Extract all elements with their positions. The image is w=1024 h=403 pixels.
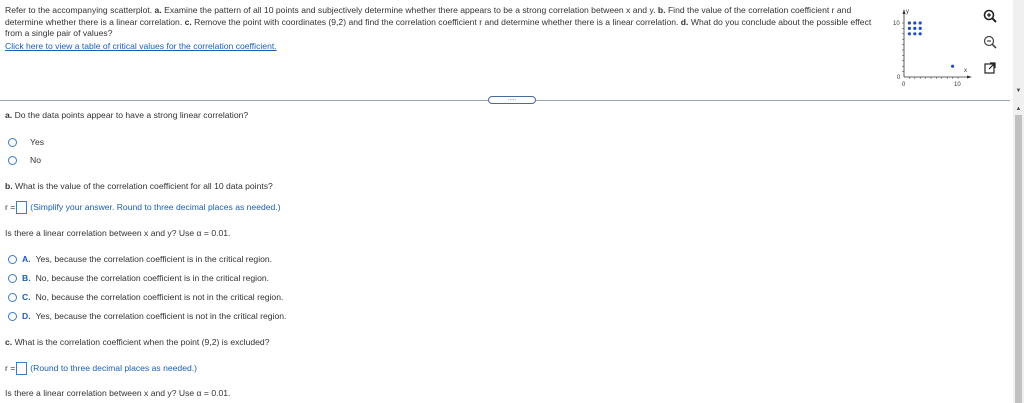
data-point-5 <box>913 26 917 30</box>
data-point-4 <box>907 26 911 30</box>
radio-choice-b[interactable] <box>8 274 17 283</box>
part-c-linear-question: Is there a linear correlation between x … <box>5 388 231 398</box>
r-input-all-points[interactable] <box>16 201 28 214</box>
choice-a-letter: A. <box>22 254 31 264</box>
part-b-text: What is the value of the correlation coe… <box>15 181 273 191</box>
choice-d: D. Yes, because the correlation coefficie… <box>22 311 286 321</box>
radio-no[interactable] <box>8 156 17 165</box>
popout-icon[interactable] <box>982 60 998 76</box>
axis-ticks <box>902 22 959 79</box>
radio-choice-c[interactable] <box>8 293 17 302</box>
part-b-question: b. What is the value of the correlation … <box>5 181 273 191</box>
radio-choice-a[interactable] <box>8 255 17 264</box>
part-b-label: b. <box>5 181 13 191</box>
radio-yes[interactable] <box>8 138 17 147</box>
part-b-answer-row: r = (Simplify your answer. Round to three… <box>5 201 281 214</box>
choice-c-text: No, because the correlation coefficient … <box>35 292 284 302</box>
critical-values-link[interactable]: Click here to view a table of critical v… <box>5 41 277 53</box>
data-point-9 <box>918 21 922 25</box>
part-c-answer-row: r = (Round to three decimal places as nee… <box>5 362 197 375</box>
prompt-d-label: d. <box>680 16 689 27</box>
prompt-c-label: c. <box>184 16 192 27</box>
data-point-10 <box>951 64 955 68</box>
choice-b: B. No, because the correlation coefficien… <box>22 273 269 283</box>
r-prefix: r = <box>5 201 16 212</box>
x-axis-label: x <box>964 68 967 74</box>
scatterplot[interactable]: y x 10 0 0 10 <box>892 5 972 93</box>
data-points <box>907 21 955 68</box>
divider-handle[interactable]: ..... <box>488 96 536 104</box>
data-point-6 <box>918 26 922 30</box>
scrollbar-thumb[interactable] <box>1015 115 1022 403</box>
choice-d-letter: D. <box>22 311 31 321</box>
x-tick-10: 10 <box>954 82 961 88</box>
radio-choice-d[interactable] <box>8 312 17 321</box>
part-c-text: What is the correlation coefficient when… <box>14 337 270 347</box>
option-yes-label: Yes <box>30 137 45 147</box>
part-b-hint: (Simplify your answer. Round to three de… <box>30 201 281 212</box>
zoom-out-icon[interactable] <box>982 34 998 50</box>
r-prefix-c: r = <box>5 362 16 373</box>
part-b-linear-question: Is there a linear correlation between x … <box>5 228 231 238</box>
choice-a: A. Yes, because the correlation coefficie… <box>22 254 272 264</box>
scroll-up-arrow[interactable]: ▲ <box>1013 104 1024 114</box>
problem-prompt: Refer to the accompanying scatterplot. a… <box>5 5 885 52</box>
data-point-8 <box>913 21 917 25</box>
x-axis-arrow <box>967 75 972 79</box>
scroll-up-arrow-top[interactable]: ▼ <box>1013 86 1024 96</box>
data-point-3 <box>918 32 922 36</box>
zoom-in-icon[interactable] <box>982 8 998 24</box>
option-no-label: No <box>30 155 41 165</box>
data-point-7 <box>907 21 911 25</box>
part-a-label: a. <box>5 110 13 120</box>
part-c-hint: (Round to three decimal places as needed… <box>30 362 198 373</box>
prompt-a-label: a. <box>154 5 162 15</box>
data-point-2 <box>913 32 917 36</box>
choice-c: C. No, because the correlation coefficien… <box>22 292 283 302</box>
part-a-question: a. Do the data points appear to have a s… <box>5 110 248 120</box>
y-axis-label: y <box>906 9 909 15</box>
choice-a-text: Yes, because the correlation coefficient… <box>35 254 273 264</box>
r-input-excluded-point[interactable] <box>16 362 28 375</box>
choice-b-letter: B. <box>22 273 31 283</box>
y-tick-10: 10 <box>893 21 900 27</box>
y-tick-0: 0 <box>897 75 901 81</box>
part-a-text: Do the data points appear to have a stro… <box>14 110 249 120</box>
prompt-lead: Refer to the accompanying scatterplot. <box>5 5 153 15</box>
prompt-a-text: Examine the pattern of all 10 points and… <box>164 5 656 15</box>
data-point-1 <box>907 32 911 36</box>
choice-b-text: No, because the correlation coefficient … <box>35 273 270 283</box>
part-c-label: c. <box>5 337 13 347</box>
choice-d-text: Yes, because the correlation coefficient… <box>35 311 287 321</box>
part-c-question: c. What is the correlation coefficient w… <box>5 337 270 347</box>
prompt-b-label: b. <box>657 5 666 15</box>
x-tick-0: 0 <box>902 82 906 88</box>
choice-c-letter: C. <box>22 292 31 302</box>
prompt-c-text: Remove the point with coordinates (9,2) … <box>194 16 679 27</box>
